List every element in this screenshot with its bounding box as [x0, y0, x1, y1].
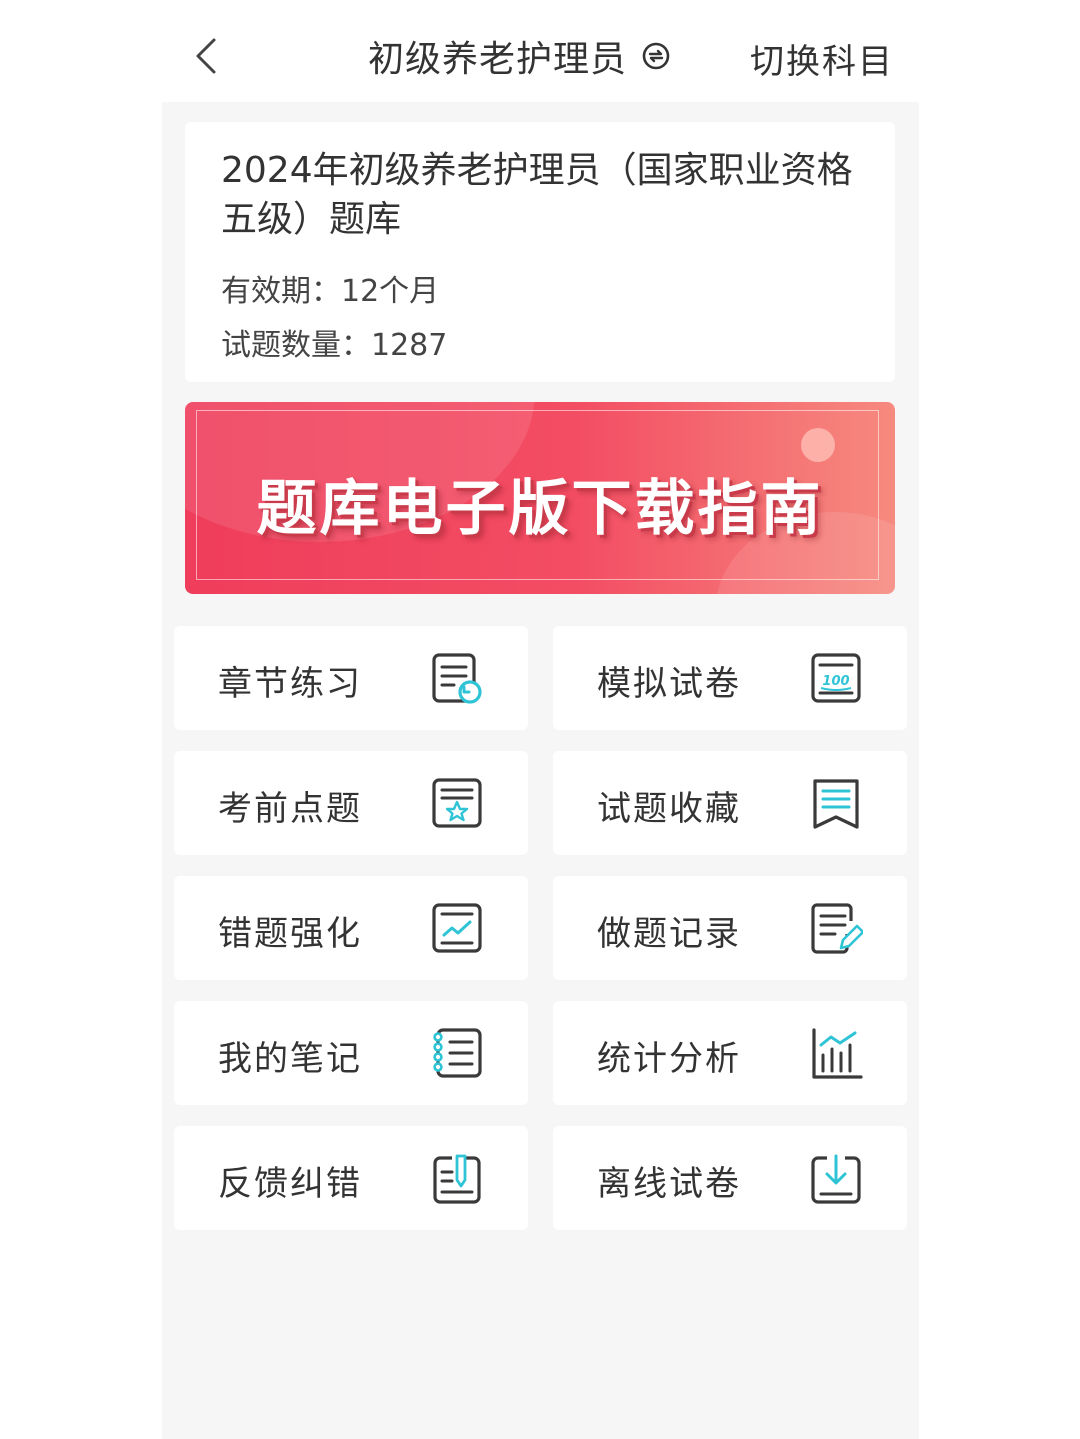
menu-mock-exam[interactable]: 模拟试卷 100 [553, 626, 907, 730]
question-bank-title: 2024年初级养老护理员（国家职业资格五级）题库 [221, 150, 853, 240]
mock-exam-icon: 100 [811, 653, 861, 703]
menu-my-notes[interactable]: 我的笔记 [174, 1001, 528, 1105]
menu-item-label: 离线试卷 [597, 1164, 741, 1204]
menu-feedback[interactable]: 反馈纠错 [174, 1126, 528, 1230]
content-panel: 2024年初级养老护理员（国家职业资格五级）题库 有效期：12个月 试题数量：1… [162, 102, 919, 1439]
menu-pre-exam-tips[interactable]: 考前点题 [174, 751, 528, 855]
validity-period: 有效期：12个月 [221, 274, 440, 309]
svg-text:100: 100 [822, 674, 849, 689]
menu-item-label: 我的笔记 [218, 1039, 362, 1079]
menu-offline-exam[interactable]: 离线试卷 [553, 1126, 907, 1230]
feedback-icon [433, 1154, 481, 1204]
pre-exam-tips-icon [432, 778, 482, 828]
question-bank-info-card: 2024年初级养老护理员（国家职业资格五级）题库 有效期：12个月 试题数量：1… [185, 122, 895, 382]
question-count: 试题数量：1287 [221, 328, 448, 363]
menu-statistics[interactable]: 统计分析 [553, 1001, 907, 1105]
wrong-question-icon [432, 903, 482, 953]
download-icon [811, 1154, 861, 1204]
notebook-icon [433, 1028, 482, 1078]
back-arrow-icon[interactable] [188, 34, 228, 78]
menu-item-label: 试题收藏 [597, 789, 741, 829]
menu-item-label: 统计分析 [597, 1039, 741, 1079]
subject-title-group[interactable]: 初级养老护理员 [368, 30, 671, 82]
record-edit-icon [811, 903, 863, 954]
banner-title: 题库电子版下载指南 [256, 474, 824, 544]
menu-practice-record[interactable]: 做题记录 [553, 876, 907, 980]
bookmark-icon [813, 779, 859, 829]
menu-chapter-practice[interactable]: 章节练习 [174, 626, 528, 730]
menu-item-label: 章节练习 [218, 664, 362, 704]
menu-wrong-questions[interactable]: 错题强化 [174, 876, 528, 980]
menu-item-label: 考前点题 [218, 789, 362, 829]
page-title: 初级养老护理员 [368, 39, 628, 80]
top-bar: 初级养老护理员 切换科目 [0, 0, 1080, 102]
bar-chart-icon [812, 1028, 863, 1079]
menu-item-label: 错题强化 [218, 914, 362, 954]
menu-favorites[interactable]: 试题收藏 [553, 751, 907, 855]
menu-item-label: 做题记录 [597, 914, 741, 954]
menu-item-label: 模拟试卷 [597, 664, 741, 704]
switch-circle-icon [642, 42, 670, 70]
menu-item-label: 反馈纠错 [218, 1164, 362, 1204]
switch-subject-button[interactable]: 切换科目 [750, 34, 894, 83]
download-guide-banner[interactable]: 题库电子版下载指南 [185, 402, 895, 594]
chapter-practice-icon [432, 653, 482, 704]
